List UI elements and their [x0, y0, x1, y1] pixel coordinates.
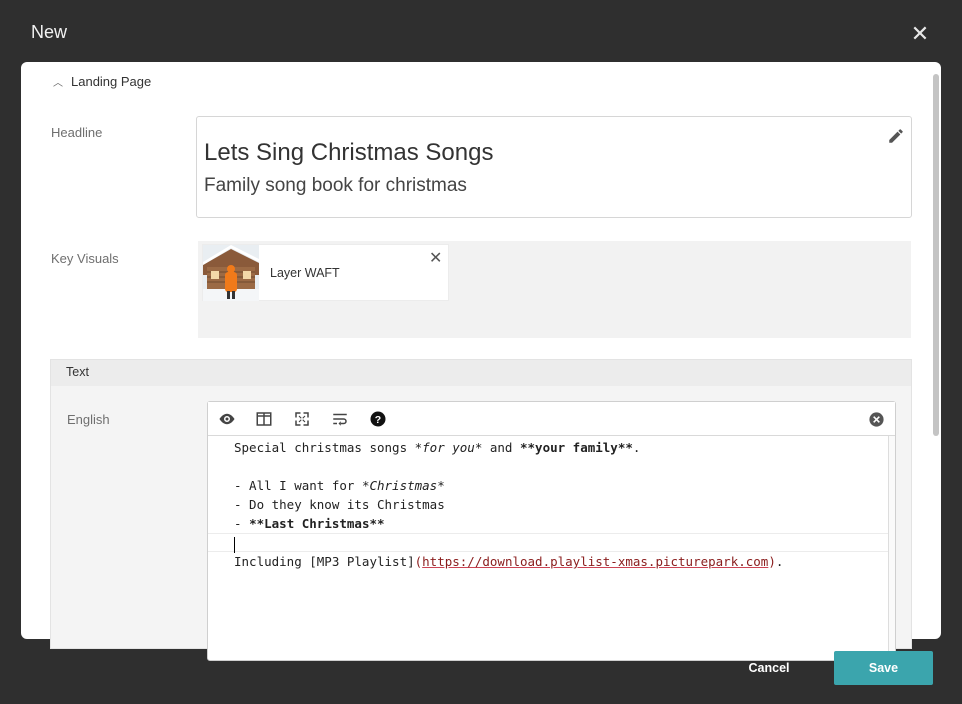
panel-scrollbar[interactable] [933, 74, 939, 436]
key-visual-name: Layer WAFT [270, 266, 340, 280]
clear-circle-icon[interactable] [868, 411, 885, 428]
headline-label: Headline [51, 125, 103, 140]
language-label: English [67, 412, 110, 427]
headline-field[interactable]: Lets Sing Christmas Songs Family song bo… [196, 116, 912, 218]
headline-subtitle: Family song book for christmas [204, 175, 467, 196]
close-icon[interactable]: ✕ [909, 23, 931, 46]
wrap-icon[interactable] [330, 410, 350, 428]
fullscreen-icon[interactable] [292, 410, 312, 428]
headline-title: Lets Sing Christmas Songs [204, 139, 494, 166]
editor-scrollbar[interactable] [888, 436, 895, 662]
pencil-icon[interactable] [887, 127, 905, 145]
image-thumbnail [203, 245, 259, 301]
chevron-up-icon: ︿ [53, 78, 63, 89]
eye-icon[interactable] [217, 410, 237, 428]
code-line: - **Last Christmas** [234, 516, 385, 531]
close-icon[interactable]: ✕ [429, 251, 442, 267]
text-cursor [234, 536, 235, 553]
code-line-active [208, 533, 894, 553]
svg-text:?: ? [375, 414, 381, 426]
cancel-button[interactable]: Cancel [734, 651, 804, 685]
key-visual-card[interactable]: Layer WAFT ✕ [202, 244, 449, 301]
help-icon[interactable]: ? [368, 410, 388, 428]
code-line: Including [MP3 Playlist](https://downloa… [234, 554, 784, 569]
code-line: - Do they know its Christmas [234, 497, 445, 512]
key-visuals-label: Key Visuals [51, 251, 119, 266]
save-button[interactable]: Save [834, 651, 933, 685]
text-section-header[interactable]: Text [51, 360, 911, 386]
markdown-editor[interactable]: ? Special christmas songs *for you* and … [207, 401, 896, 662]
text-section-title: Text [66, 365, 89, 379]
columns-icon[interactable] [254, 410, 274, 428]
editor-content[interactable]: Special christmas songs *for you* and **… [208, 438, 894, 571]
code-line: - All I want for *Christmas* [234, 478, 445, 493]
section-header-landing-page[interactable]: ︿ Landing Page [53, 74, 151, 89]
section-label: Landing Page [71, 74, 152, 89]
editor-toolbar: ? [208, 402, 895, 436]
dialog-title: New [31, 22, 68, 42]
code-line: Special christmas songs *for you* and **… [234, 440, 641, 455]
